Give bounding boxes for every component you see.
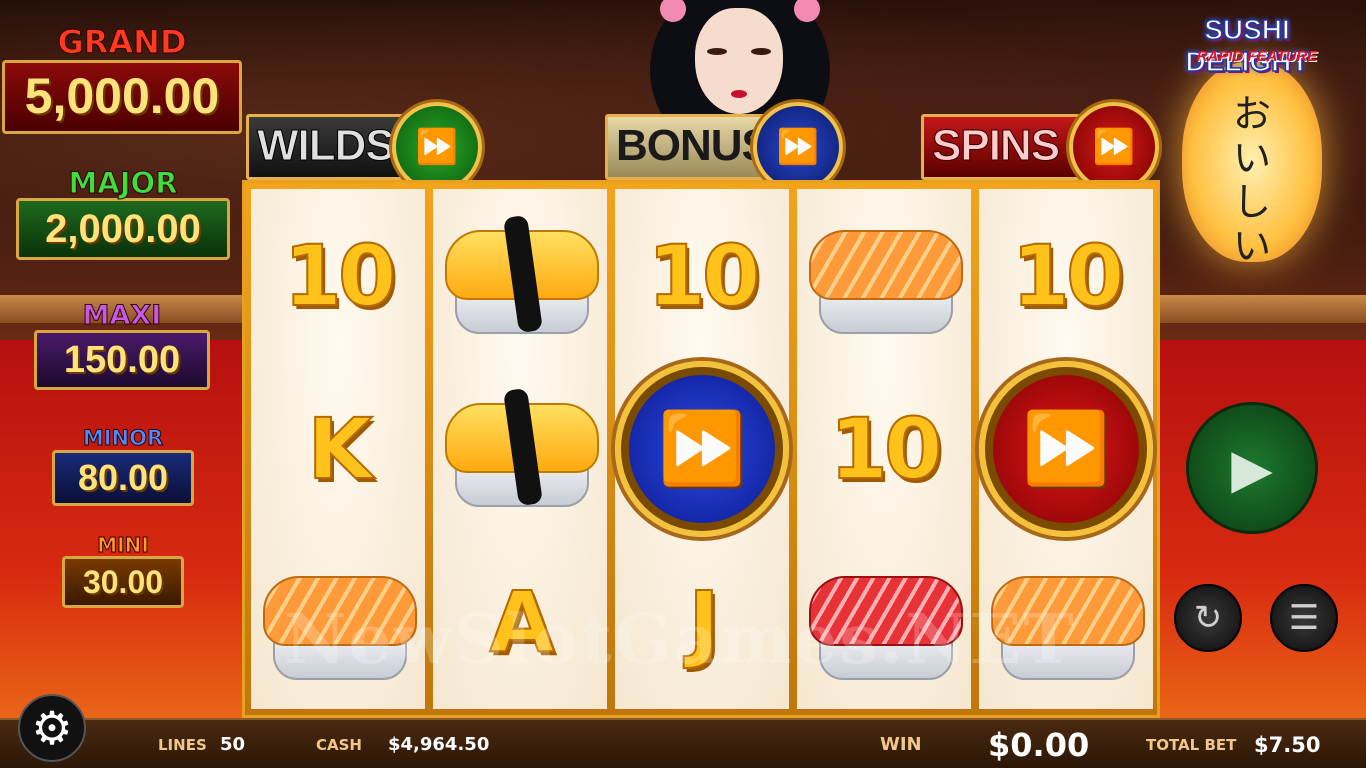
symbol-ten: 10 — [283, 226, 398, 326]
reel-cell — [251, 535, 425, 708]
reel-cell: 10 — [251, 189, 425, 362]
tuna-sushi-icon — [809, 562, 963, 682]
geisha-lips — [731, 90, 747, 98]
reel-3: 10 ⏩ J — [615, 189, 789, 709]
jackpot-major: MAJOR 2,000.00 — [16, 168, 230, 260]
settings-button[interactable]: ⚙ — [18, 694, 86, 762]
reel-cell — [979, 535, 1153, 708]
jackpot-major-label: MAJOR — [68, 166, 178, 200]
jackpot-minor: MINOR 80.00 — [52, 426, 194, 506]
fast-forward-icon: ⏩ — [753, 102, 843, 192]
wilds-label: WILDS — [246, 114, 410, 180]
spins-label: SPINS — [921, 114, 1083, 180]
symbol-ten: 10 — [829, 399, 944, 499]
autoplay-icon: ↻ — [1193, 599, 1223, 637]
geisha-face — [695, 8, 783, 114]
symbol-ten: 10 — [1011, 226, 1126, 326]
wilds-feature-banner: WILDS ⏩ — [246, 102, 482, 192]
jackpot-maxi: MAXI 150.00 — [34, 300, 210, 390]
cash-value: $4,964.50 — [388, 734, 490, 755]
reel-cell: K — [251, 362, 425, 535]
jackpot-maxi-label: MAXI — [82, 300, 162, 331]
lines-value: 50 — [220, 734, 246, 755]
geisha-eye — [707, 48, 727, 55]
reel-cell: ⏩ — [615, 360, 789, 537]
logo-title: SUSHI DELIGHT — [1185, 13, 1309, 78]
jackpot-major-value: 2,000.00 — [16, 198, 230, 260]
jackpot-grand-value: 5,000.00 — [2, 60, 242, 134]
reel-2: A — [433, 189, 607, 709]
play-icon: ▶ — [1231, 438, 1273, 499]
salmon-sushi-icon — [809, 216, 963, 336]
paper-lantern: おいしい — [1182, 62, 1322, 268]
hair-flower-icon — [794, 0, 820, 22]
salmon-sushi-icon — [991, 562, 1145, 682]
win-label: WIN — [880, 734, 922, 755]
salmon-sushi-icon — [263, 562, 417, 682]
jackpot-minor-value: 80.00 — [52, 450, 194, 506]
jackpot-grand: GRAND 5,000.00 — [2, 24, 242, 134]
spin-button[interactable]: ▶ — [1186, 402, 1318, 534]
game-scene: おいしい SUSHI DELIGHT RAPID FEATURE GRAND 5… — [0, 0, 1366, 768]
reel-grid: 10 K A 10 ⏩ J 10 10 ⏩ — [242, 180, 1160, 718]
reel-cell: A — [433, 535, 607, 708]
bonus-label: BONUS — [605, 114, 771, 180]
red-fast-forward-coin-icon: ⏩ — [979, 360, 1153, 537]
bonus-feature-banner: BONUS ⏩ — [605, 102, 843, 192]
counter-right — [1160, 295, 1366, 323]
reel-cell — [797, 189, 971, 362]
jackpot-maxi-value: 150.00 — [34, 330, 210, 390]
symbol-letter-a: A — [488, 572, 555, 672]
reel-cell — [433, 189, 607, 362]
blue-fast-forward-coin-icon: ⏩ — [615, 360, 789, 537]
reel-cell — [797, 535, 971, 708]
symbol-letter-k: K — [306, 399, 373, 499]
tamago-sushi-icon — [445, 387, 599, 509]
reel-cell: 10 — [797, 362, 971, 535]
jackpot-mini-value: 30.00 — [62, 556, 184, 608]
gear-icon: ⚙ — [31, 702, 73, 754]
total-bet-label: TOTAL BET — [1146, 736, 1237, 754]
reel-cell: ⏩ — [979, 360, 1153, 537]
jackpot-minor-label: MINOR — [82, 426, 164, 451]
total-bet-value: $7.50 — [1254, 733, 1321, 757]
reel-4: 10 — [797, 189, 971, 709]
jackpot-mini: MINI 30.00 — [62, 534, 184, 608]
symbol-ten: 10 — [647, 226, 762, 326]
reel-cell — [433, 362, 607, 535]
autoplay-button[interactable]: ↻ — [1174, 584, 1242, 652]
reel-cell: 10 — [615, 189, 789, 362]
tamago-sushi-icon — [445, 214, 599, 336]
fast-forward-icon: ⏩ — [392, 102, 482, 192]
lines-label: LINES — [158, 736, 207, 754]
bet-coins-button[interactable]: ☰ — [1270, 584, 1338, 652]
spins-feature-banner: SPINS ⏩ — [921, 102, 1159, 192]
jackpot-grand-label: GRAND — [57, 23, 187, 61]
cash-label: CASH — [316, 736, 362, 754]
reel-5: 10 ⏩ — [979, 189, 1153, 709]
geisha-eye — [751, 48, 771, 55]
reel-cell: 10 — [979, 189, 1153, 362]
lantern-text: おいしい — [1232, 92, 1271, 268]
coins-stack-icon: ☰ — [1288, 599, 1320, 637]
game-logo: SUSHI DELIGHT RAPID FEATURE — [1142, 13, 1352, 78]
fast-forward-icon: ⏩ — [1069, 102, 1159, 192]
reel-1: 10 K — [251, 189, 425, 709]
logo-subtitle: RAPID FEATURE — [1196, 48, 1318, 65]
jackpot-mini-label: MINI — [97, 533, 150, 557]
reel-cell: J — [615, 535, 789, 708]
symbol-letter-j: J — [687, 572, 720, 672]
win-value: $0.00 — [988, 726, 1090, 764]
